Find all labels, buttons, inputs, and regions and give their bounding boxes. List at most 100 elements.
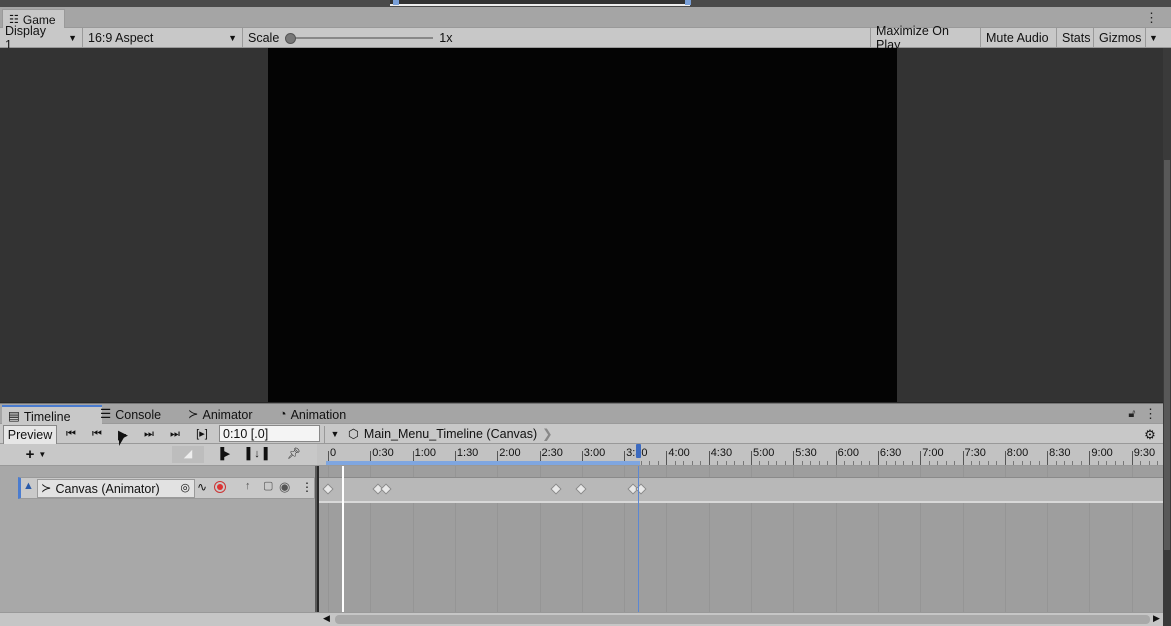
ruler-minor-tick bbox=[776, 461, 777, 465]
display-dropdown[interactable]: Display 1 ▼ bbox=[0, 28, 82, 47]
ruler-major-tick bbox=[1047, 451, 1048, 465]
next-frame-icon: ⏭︎ bbox=[144, 429, 154, 440]
track-row[interactable] bbox=[319, 477, 1163, 503]
keyframe[interactable] bbox=[575, 483, 586, 494]
chevron-down-icon: ▼ bbox=[1149, 33, 1158, 43]
animator-icon: ≻ bbox=[41, 482, 51, 495]
pin-icon: 📌︎ bbox=[287, 449, 301, 460]
ruler-minor-tick bbox=[717, 461, 718, 465]
record-button[interactable] bbox=[214, 481, 226, 493]
keyframe[interactable] bbox=[380, 483, 391, 494]
track-menu-kebab-icon[interactable]: ⋮ bbox=[301, 481, 313, 493]
ruler-minor-tick bbox=[869, 461, 870, 465]
playhead-line[interactable] bbox=[342, 466, 344, 612]
marker-handle-left[interactable] bbox=[393, 0, 399, 5]
ruler-major-tick bbox=[836, 451, 837, 465]
film-icon: ▤ bbox=[8, 410, 20, 423]
lock-icon[interactable]: 🔓︎ bbox=[1127, 407, 1137, 421]
snap-icon: ▐▸ bbox=[216, 449, 229, 460]
ruler-minor-tick bbox=[819, 461, 820, 465]
ruler-minor-tick bbox=[1039, 461, 1040, 465]
marker-handle-right[interactable] bbox=[685, 0, 691, 5]
ripple-mode-icon: ◢ bbox=[184, 449, 192, 460]
eye-icon[interactable]: ◉ bbox=[279, 480, 290, 493]
scale-slider-thumb[interactable] bbox=[285, 33, 296, 44]
aspect-dropdown[interactable]: 16:9 Aspect ▼ bbox=[82, 28, 242, 47]
preview-button[interactable]: Preview bbox=[3, 425, 57, 445]
ruler-label: 0 bbox=[330, 447, 336, 459]
right-panel-scrollbar[interactable] bbox=[1163, 48, 1171, 626]
ruler-label: 7:00 bbox=[922, 447, 943, 459]
gizmos-dropdown[interactable]: ▼ bbox=[1145, 28, 1163, 47]
snap-button[interactable]: ▐▸ bbox=[210, 446, 236, 463]
maximize-on-play-button[interactable]: Maximize On Play bbox=[870, 28, 980, 47]
mute-audio-label: Mute Audio bbox=[986, 31, 1049, 45]
ruler-label: 6:00 bbox=[838, 447, 859, 459]
tab-timeline[interactable]: ▤ Timeline bbox=[2, 405, 102, 426]
ruler-major-tick bbox=[751, 451, 752, 465]
object-picker-icon[interactable]: ◎ bbox=[180, 483, 190, 494]
game-menu-kebab-icon[interactable]: ⋮ bbox=[1145, 11, 1155, 25]
ruler-minor-tick bbox=[726, 461, 727, 465]
gizmos-button[interactable]: Gizmos bbox=[1093, 28, 1145, 47]
next-frame-button[interactable]: ⏭︎ bbox=[140, 426, 158, 443]
ruler-minor-tick bbox=[1072, 461, 1073, 465]
frame-snap-button[interactable]: ▌↓▐ bbox=[244, 446, 270, 463]
ruler-label: 5:00 bbox=[753, 447, 774, 459]
timeline-toolbar: Preview ⏮︎ ⏮︎ ▶︎ ⏭︎ ⏭︎ [▸] 0:10 [.0] ▼ ⬡… bbox=[0, 424, 1163, 444]
scroll-right-icon[interactable]: ▶ bbox=[1153, 614, 1160, 623]
breadcrumb[interactable]: ⬡ Main_Menu_Timeline (Canvas) ❯ bbox=[348, 424, 567, 444]
ruler-major-tick bbox=[793, 451, 794, 465]
curves-icon[interactable]: ∿ bbox=[197, 481, 207, 493]
pin-icon[interactable]: ↑ bbox=[245, 481, 251, 492]
skip-to-end-button[interactable]: ⏭︎ bbox=[166, 426, 184, 443]
tab-animation[interactable]: ◔ Animation bbox=[273, 405, 352, 424]
scroll-left-icon[interactable]: ◀ bbox=[323, 614, 330, 623]
chevron-down-icon: ▼ bbox=[38, 451, 46, 459]
track-binding-field[interactable]: ≻ Canvas (Animator) ◎ bbox=[37, 479, 195, 498]
timeline-horizontal-scrollbar[interactable]: ◀ ▶ bbox=[0, 612, 1163, 626]
pin-button[interactable]: 📌︎ bbox=[286, 446, 302, 463]
scale-slider[interactable] bbox=[285, 32, 433, 44]
play-range-button[interactable]: [▸] bbox=[192, 426, 212, 443]
ruler-label: 9:30 bbox=[1134, 447, 1155, 459]
end-marker-line bbox=[638, 466, 639, 612]
game-toolbar: Display 1 ▼ 16:9 Aspect ▼ Scale 1x Maxim… bbox=[0, 28, 1171, 48]
time-ruler[interactable]: 00:301:001:302:002:303:003:304:004:305:0… bbox=[317, 444, 1163, 466]
current-time-field[interactable]: 0:10 [.0] bbox=[219, 425, 320, 442]
ruler-minor-tick bbox=[1106, 461, 1107, 465]
stats-button[interactable]: Stats bbox=[1056, 28, 1093, 47]
playhead-marker[interactable] bbox=[636, 444, 641, 458]
track-header[interactable]: ▲ ≻ Canvas (Animator) ◎ ∿ ↑ ▢ ◉ ⋮ bbox=[18, 477, 315, 499]
tab-console[interactable]: ☰ Console bbox=[94, 405, 167, 424]
game-render-screen[interactable] bbox=[268, 48, 897, 402]
lock-icon[interactable]: ▢ bbox=[263, 481, 273, 492]
skip-to-start-button[interactable]: ⏮︎ bbox=[62, 426, 80, 443]
timeline-menu-kebab-icon[interactable]: ⋮ bbox=[1144, 407, 1154, 421]
breadcrumb-label: Main_Menu_Timeline (Canvas) bbox=[364, 427, 537, 441]
previous-frame-button[interactable]: ⏮︎ bbox=[88, 426, 106, 443]
timeline-settings-button[interactable]: ⚙︎ bbox=[1142, 426, 1158, 443]
add-track-button[interactable]: + ▼ bbox=[20, 446, 52, 463]
ruler-label: 3:00 bbox=[584, 447, 605, 459]
keyframe[interactable] bbox=[322, 483, 333, 494]
mute-audio-button[interactable]: Mute Audio bbox=[980, 28, 1056, 47]
game-view[interactable] bbox=[0, 48, 1163, 402]
tab-console-label: Console bbox=[115, 408, 161, 422]
ruler-minor-tick bbox=[1056, 461, 1057, 465]
plus-icon: + bbox=[26, 447, 35, 462]
ruler-minor-tick bbox=[683, 461, 684, 465]
tab-timeline-label: Timeline bbox=[24, 410, 71, 424]
ruler-minor-tick bbox=[810, 461, 811, 465]
keyframe[interactable] bbox=[550, 483, 561, 494]
ruler-major-tick bbox=[666, 451, 667, 465]
ruler-minor-tick bbox=[954, 461, 955, 465]
time-format-dropdown[interactable]: ▼ bbox=[324, 426, 345, 443]
track-content-area[interactable] bbox=[319, 466, 1163, 612]
scrollbar-thumb[interactable] bbox=[1164, 160, 1170, 550]
gizmos-label: Gizmos bbox=[1099, 31, 1141, 45]
scrollbar-thumb[interactable] bbox=[335, 615, 1150, 624]
edit-mode-button[interactable]: ◢ bbox=[172, 446, 204, 463]
ruler-label: 8:30 bbox=[1049, 447, 1070, 459]
tab-animator[interactable]: ≻ Animator bbox=[182, 405, 259, 424]
